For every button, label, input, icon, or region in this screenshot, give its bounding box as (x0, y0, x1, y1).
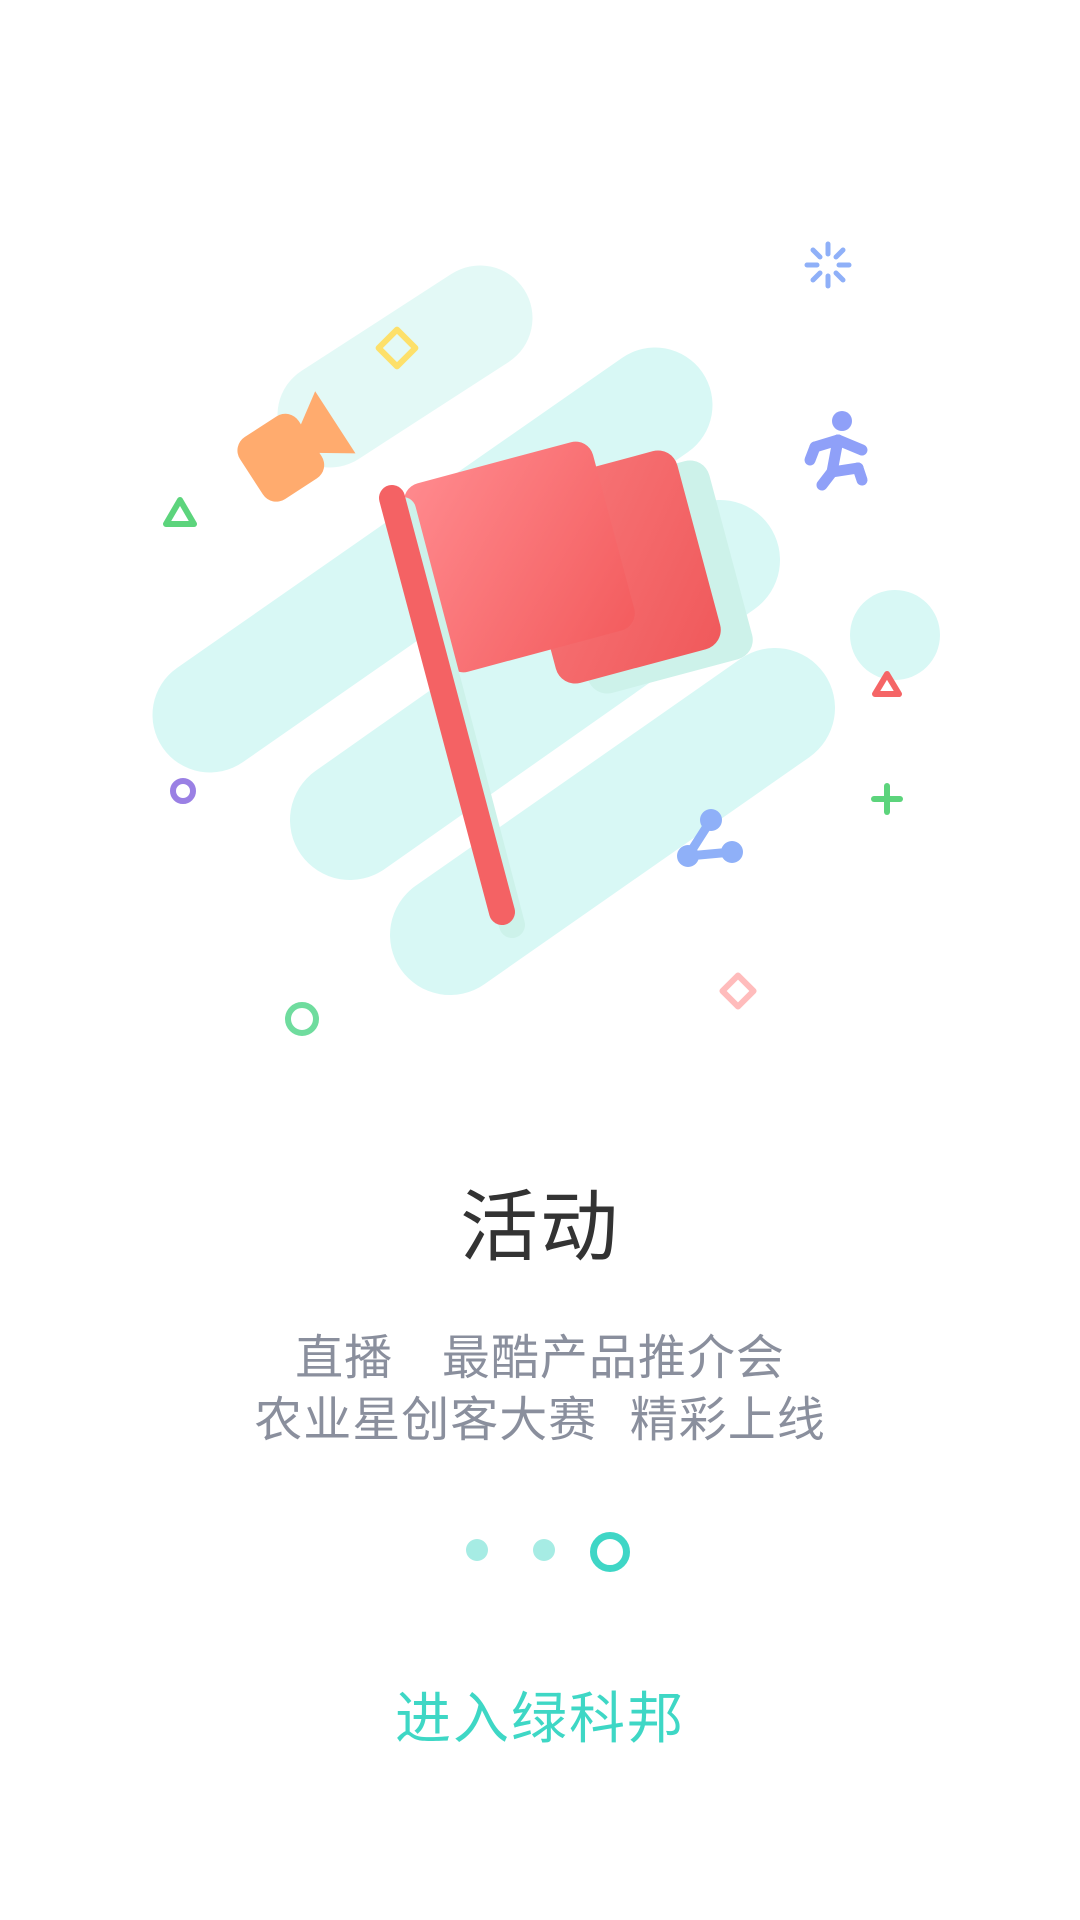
page-indicator (0, 1528, 1080, 1572)
sparkle-icon (804, 241, 852, 289)
page-title: 活动 (459, 1183, 620, 1273)
page-dot-2[interactable] (533, 1539, 555, 1561)
subtitle-line-1: 直播 最酷产品推介会 (295, 1330, 785, 1386)
page-dot-1[interactable] (466, 1539, 488, 1561)
running-man-icon (804, 411, 868, 491)
flag-illustration (152, 241, 940, 1036)
page-dot-3-active[interactable] (590, 1532, 630, 1572)
plus-icon (871, 783, 903, 815)
subtitle-line-2: 农业星创客大赛 精彩上线 (254, 1392, 826, 1448)
enter-app-button[interactable]: 进入绿科邦 (340, 1680, 740, 1760)
